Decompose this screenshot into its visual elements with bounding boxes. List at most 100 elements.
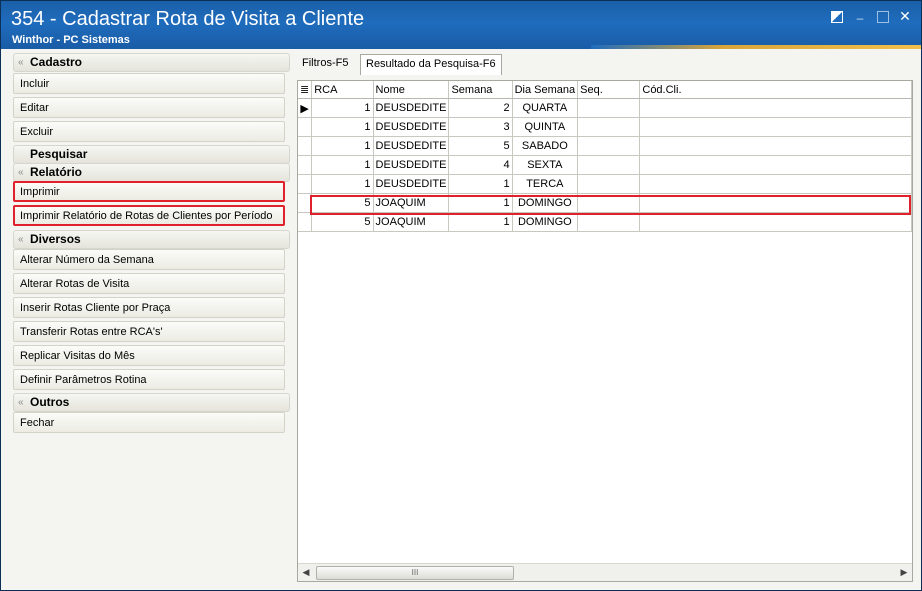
row-indicator — [298, 174, 313, 194]
tab-strip: Filtros-F5 Resultado da Pesquisa-F6 — [297, 52, 913, 75]
definir-parametros-button[interactable]: Definir Parâmetros Rotina — [13, 369, 285, 390]
cell-seq[interactable] — [577, 212, 641, 232]
horizontal-scrollbar[interactable]: ◀ III ▶ — [298, 563, 912, 581]
cell-dia-semana[interactable]: DOMINGO — [512, 212, 579, 232]
table-row[interactable]: 5 JOAQUIM 1 DOMINGO — [298, 193, 912, 213]
cell-rca[interactable]: 1 — [311, 98, 374, 118]
cell-nome[interactable]: DEUSDEDITE — [373, 136, 450, 156]
table-row[interactable]: 1 DEUSDEDITE 4 SEXTA — [298, 155, 912, 175]
tab-filtros[interactable]: Filtros-F5 — [297, 54, 353, 73]
maximize-icon[interactable] — [877, 11, 889, 23]
cell-semana[interactable]: 4 — [448, 155, 513, 175]
cell-semana[interactable]: 1 — [448, 212, 513, 232]
col-nome[interactable]: Nome — [373, 81, 450, 99]
cell-cod-cli[interactable] — [639, 98, 912, 118]
group-outros[interactable]: « Outros — [13, 393, 290, 412]
table-row[interactable]: 5 JOAQUIM 1 DOMINGO — [298, 212, 912, 232]
cell-seq[interactable] — [577, 117, 641, 137]
results-grid[interactable]: ≣ RCA Nome Semana Dia Semana Seq. Cód.Cl… — [297, 80, 913, 582]
cell-dia-semana[interactable]: QUARTA — [512, 98, 579, 118]
cell-rca[interactable]: 5 — [311, 193, 374, 213]
cell-seq[interactable] — [577, 193, 641, 213]
cell-rca[interactable]: 1 — [311, 136, 374, 156]
cell-dia-semana[interactable]: TERCA — [512, 174, 579, 194]
cell-dia-semana[interactable]: DOMINGO — [512, 193, 579, 213]
alterar-numero-semana-button[interactable]: Alterar Número da Semana — [13, 249, 285, 270]
cell-nome[interactable]: DEUSDEDITE — [373, 155, 450, 175]
group-outros-label: Outros — [30, 395, 70, 409]
cell-cod-cli[interactable] — [639, 136, 912, 156]
restore-icon[interactable] — [831, 11, 843, 23]
table-row[interactable]: ▶ 1 DEUSDEDITE 2 QUARTA — [298, 98, 912, 118]
cell-semana[interactable]: 1 — [448, 174, 513, 194]
group-relatorio-label: Relatório — [30, 165, 83, 179]
editar-button[interactable]: Editar — [13, 97, 285, 118]
scroll-left-icon[interactable]: ◀ — [300, 566, 312, 579]
row-indicator — [298, 136, 313, 156]
cell-semana[interactable]: 3 — [448, 117, 513, 137]
fechar-button[interactable]: Fechar — [13, 412, 285, 433]
app-window: 354 - Cadastrar Rota de Visita a Cliente… — [0, 0, 922, 591]
cell-semana[interactable]: 5 — [448, 136, 513, 156]
scroll-right-icon[interactable]: ▶ — [898, 566, 910, 579]
action-panel: « Cadastro Incluir Editar Excluir Pesqui… — [10, 52, 291, 582]
cell-rca[interactable]: 5 — [311, 212, 374, 232]
cell-cod-cli[interactable] — [639, 174, 912, 194]
cell-dia-semana[interactable]: SABADO — [512, 136, 579, 156]
cell-cod-cli[interactable] — [639, 193, 912, 213]
group-diversos-label: Diversos — [30, 232, 81, 246]
chevron-up-icon: « — [18, 167, 24, 178]
cell-dia-semana[interactable]: SEXTA — [512, 155, 579, 175]
cell-dia-semana[interactable]: QUINTA — [512, 117, 579, 137]
pesquisar-header[interactable]: Pesquisar — [13, 145, 290, 164]
cell-seq[interactable] — [577, 136, 641, 156]
col-rca[interactable]: RCA — [311, 81, 374, 99]
scrollbar-thumb[interactable]: III — [316, 566, 514, 580]
table-row[interactable]: 1 DEUSDEDITE 5 SABADO — [298, 136, 912, 156]
close-icon[interactable]: ✕ — [899, 9, 911, 23]
cell-nome[interactable]: DEUSDEDITE — [373, 98, 450, 118]
row-indicator — [298, 212, 313, 232]
col-dia-semana[interactable]: Dia Semana — [512, 81, 579, 99]
table-row[interactable]: 1 DEUSDEDITE 1 TERCA — [298, 174, 912, 194]
table-row[interactable]: 1 DEUSDEDITE 3 QUINTA — [298, 117, 912, 137]
column-chooser-icon[interactable]: ≣ — [298, 81, 313, 99]
col-seq[interactable]: Seq. — [577, 81, 641, 99]
row-indicator-icon: ▶ — [298, 98, 313, 118]
transferir-rotas-button[interactable]: Transferir Rotas entre RCA's' — [13, 321, 285, 342]
excluir-button[interactable]: Excluir — [13, 121, 285, 142]
cell-seq[interactable] — [577, 98, 641, 118]
title-accent-bar — [591, 45, 921, 49]
cell-rca[interactable]: 1 — [311, 174, 374, 194]
row-indicator — [298, 155, 313, 175]
inserir-rotas-praca-button[interactable]: Inserir Rotas Cliente por Praça — [13, 297, 285, 318]
incluir-button[interactable]: Incluir — [13, 73, 285, 94]
cell-semana[interactable]: 2 — [448, 98, 513, 118]
replicar-visitas-button[interactable]: Replicar Visitas do Mês — [13, 345, 285, 366]
cell-semana[interactable]: 1 — [448, 193, 513, 213]
cell-seq[interactable] — [577, 174, 641, 194]
group-cadastro[interactable]: « Cadastro — [13, 53, 290, 72]
cell-rca[interactable]: 1 — [311, 117, 374, 137]
cell-nome[interactable]: JOAQUIM — [373, 212, 450, 232]
cell-nome[interactable]: DEUSDEDITE — [373, 117, 450, 137]
tab-resultado-pesquisa[interactable]: Resultado da Pesquisa-F6 — [360, 54, 502, 75]
cell-cod-cli[interactable] — [639, 212, 912, 232]
alterar-rotas-visita-button[interactable]: Alterar Rotas de Visita — [13, 273, 285, 294]
minimize-icon[interactable]: – — [854, 12, 866, 24]
row-indicator — [298, 193, 313, 213]
group-diversos[interactable]: « Diversos — [13, 230, 290, 249]
cell-seq[interactable] — [577, 155, 641, 175]
imprimir-button[interactable]: Imprimir — [13, 181, 285, 202]
cell-nome[interactable]: DEUSDEDITE — [373, 174, 450, 194]
cell-nome[interactable]: JOAQUIM — [373, 193, 450, 213]
cell-cod-cli[interactable] — [639, 117, 912, 137]
col-semana[interactable]: Semana — [448, 81, 513, 99]
imprimir-relatorio-periodo-button[interactable]: Imprimir Relatório de Rotas de Clientes … — [13, 205, 285, 226]
row-indicator — [298, 117, 313, 137]
col-cod-cli[interactable]: Cód.Cli. — [639, 81, 912, 99]
group-relatorio[interactable]: « Relatório — [13, 163, 290, 182]
cell-rca[interactable]: 1 — [311, 155, 374, 175]
cell-cod-cli[interactable] — [639, 155, 912, 175]
table-header-row: ≣ RCA Nome Semana Dia Semana Seq. Cód.Cl… — [298, 81, 912, 99]
